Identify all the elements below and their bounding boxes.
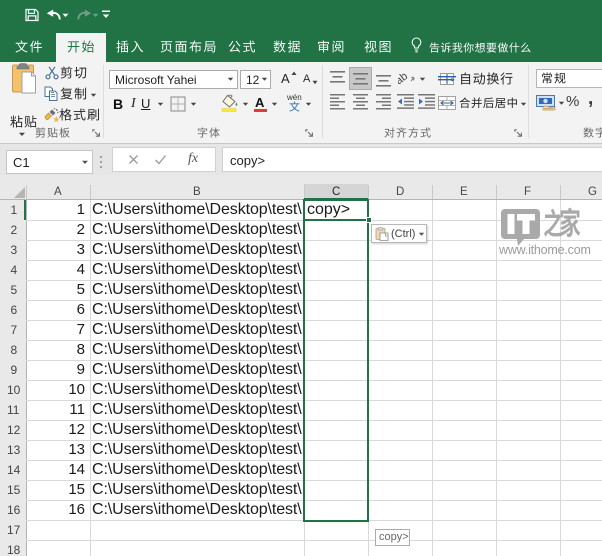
svg-text:ab: ab [398, 71, 410, 86]
